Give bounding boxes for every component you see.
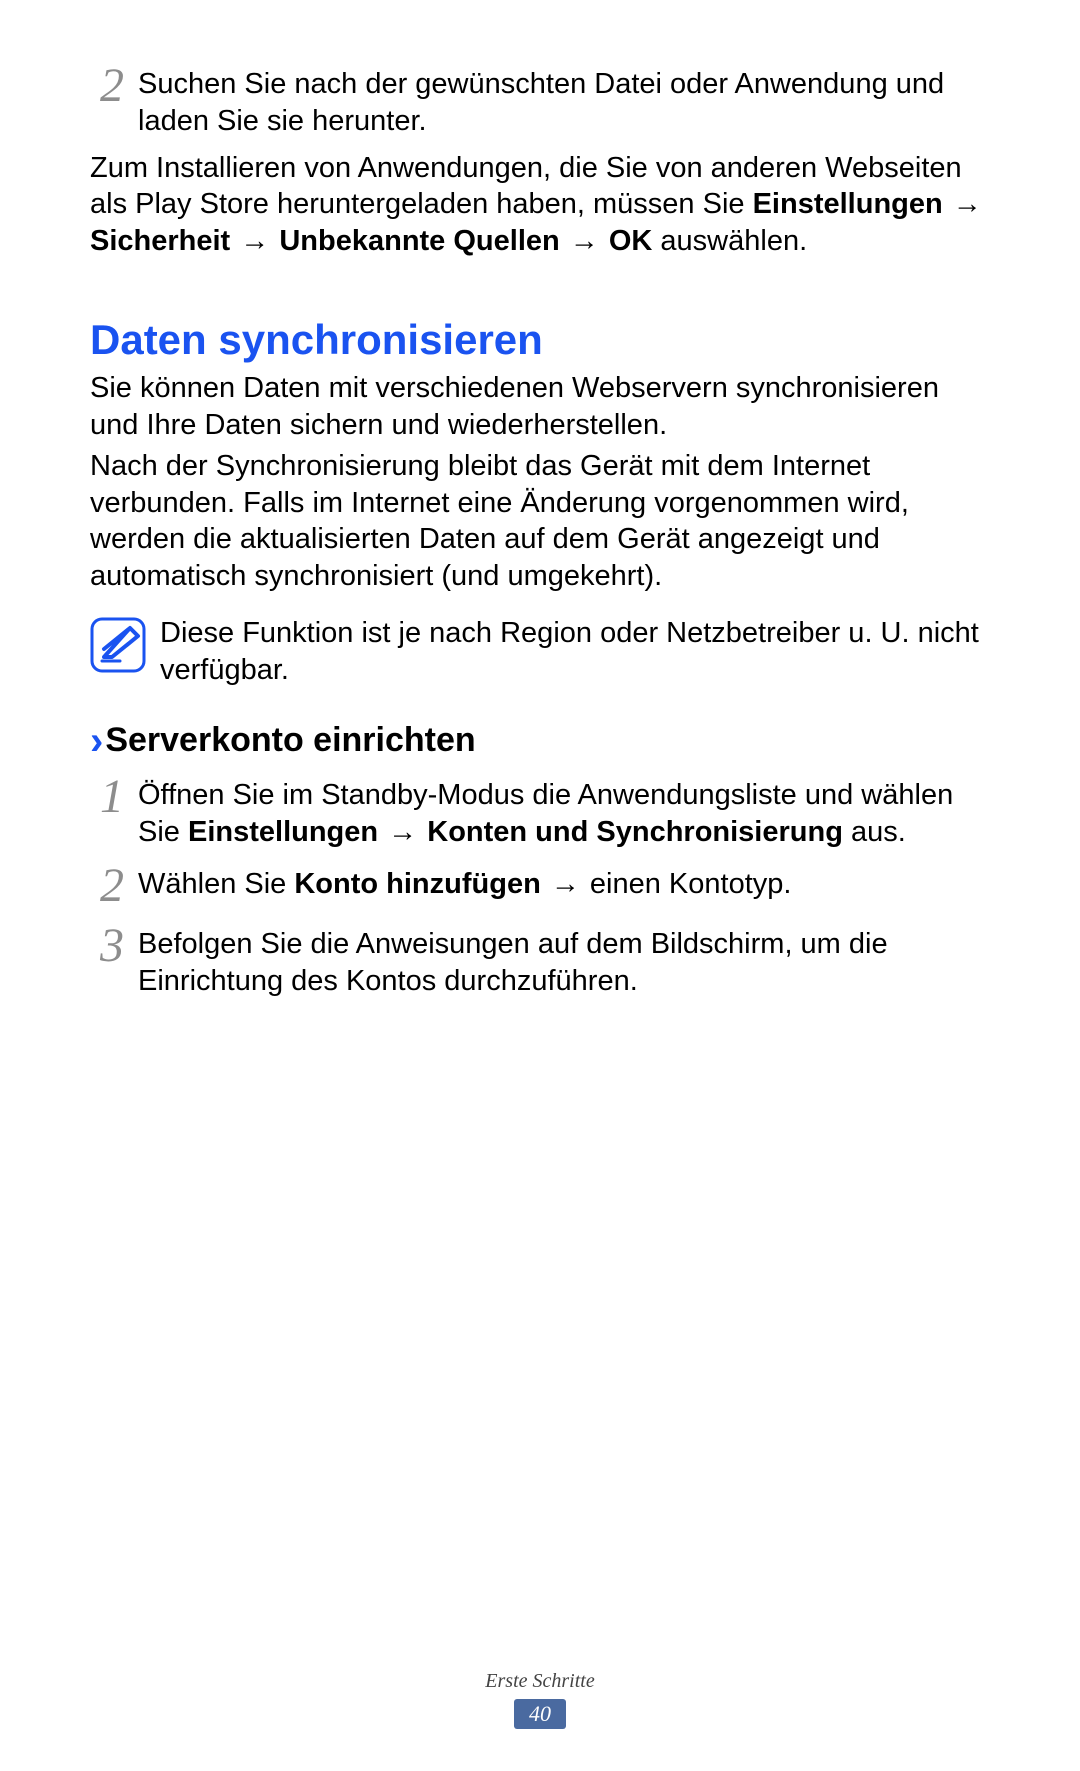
step-text: Wählen Sie Konto hinzufügen → einen Kont… [134, 860, 791, 903]
text: einen Kontotyp. [590, 868, 792, 900]
chevron-right-icon: › [90, 721, 103, 761]
menu-path-part: OK [609, 225, 653, 257]
arrow-icon: → [560, 225, 609, 257]
sync-detail-paragraph: Nach der Synchronisierung bleibt das Ger… [90, 448, 985, 595]
text: Wählen Sie [138, 868, 294, 900]
note-icon [90, 617, 146, 673]
manual-page: 2 Suchen Sie nach der gewünschten Datei … [0, 0, 1080, 1771]
steps-list: 1 Öffnen Sie im Standby-Modus die Anwend… [90, 771, 985, 1000]
menu-path-part: Unbekannte Quellen [279, 225, 559, 257]
install-note-paragraph: Zum Installieren von Anwendungen, die Si… [90, 150, 985, 260]
step-3: 3 Befolgen Sie die Anweisungen auf dem B… [90, 920, 985, 1000]
arrow-icon: → [943, 188, 984, 220]
step-2-top: 2 Suchen Sie nach der gewünschten Datei … [90, 60, 985, 140]
step-2: 2 Wählen Sie Konto hinzufügen → einen Ko… [90, 860, 985, 910]
arrow-icon: → [378, 816, 427, 848]
section-heading: Daten synchronisieren [90, 316, 985, 364]
step-number: 1 [90, 771, 134, 821]
arrow-icon: → [230, 225, 279, 257]
menu-path-part: Einstellungen [753, 188, 943, 220]
step-text: Befolgen Sie die Anweisungen auf dem Bil… [134, 920, 985, 1000]
subsection-title: Serverkonto einrichten [105, 721, 475, 760]
menu-path-part: Einstellungen [188, 816, 378, 848]
menu-path-part: Konten und Synchronisierung [427, 816, 843, 848]
subsection-heading: › Serverkonto einrichten [90, 721, 985, 761]
text: auswählen. [652, 225, 807, 257]
text: aus. [843, 816, 906, 848]
step-1: 1 Öffnen Sie im Standby-Modus die Anwend… [90, 771, 985, 851]
menu-path-part: Sicherheit [90, 225, 230, 257]
sync-intro-paragraph: Sie können Daten mit verschiedenen Webse… [90, 370, 985, 444]
page-number-badge: 40 [514, 1699, 566, 1729]
step-text: Suchen Sie nach der gewünschten Datei od… [134, 60, 985, 140]
step-number: 2 [90, 860, 134, 910]
note-text: Diese Funktion ist je nach Region oder N… [146, 613, 985, 689]
step-text: Öffnen Sie im Standby-Modus die Anwendun… [134, 771, 985, 851]
note-block: Diese Funktion ist je nach Region oder N… [90, 613, 985, 689]
step-number: 3 [90, 920, 134, 970]
footer-section-label: Erste Schritte [0, 1670, 1080, 1693]
arrow-icon: → [541, 868, 590, 900]
step-number: 2 [90, 60, 134, 110]
menu-path-part: Konto hinzufügen [294, 868, 540, 900]
page-footer: Erste Schritte 40 [0, 1670, 1080, 1729]
